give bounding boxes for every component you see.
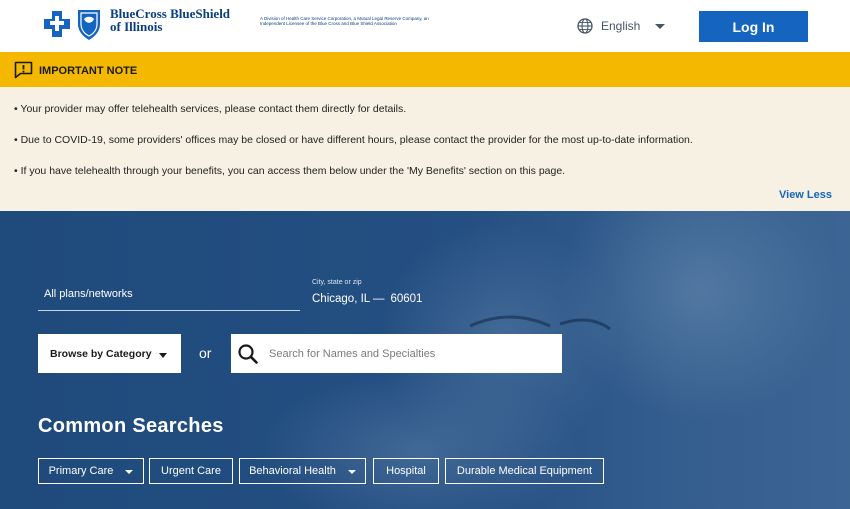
login-button[interactable]: Log In xyxy=(699,11,808,42)
chip-urgent-care[interactable]: Urgent Care xyxy=(149,458,233,484)
chip-label: Behavioral Health xyxy=(249,465,336,477)
plans-networks-select[interactable]: All plans/networks xyxy=(38,286,300,311)
or-separator: or xyxy=(199,345,212,361)
logo-wordmark: BlueCross BlueShield of Illinois xyxy=(110,7,230,33)
caret-down-icon xyxy=(347,469,356,474)
bcbs-logo[interactable]: BlueCross BlueShield of Illinois xyxy=(42,7,232,41)
important-note-body: • Your provider may offer telehealth ser… xyxy=(0,87,850,211)
chip-hospital[interactable]: Hospital xyxy=(373,458,439,484)
plans-networks-label: All plans/networks xyxy=(44,288,133,300)
browse-by-category-button[interactable]: Browse by Category xyxy=(38,334,181,373)
chip-durable-medical-equipment[interactable]: Durable Medical Equipment xyxy=(445,458,604,484)
caret-down-icon xyxy=(158,352,167,358)
site-header: BlueCross BlueShield of Illinois A Divis… xyxy=(0,0,850,52)
chevron-down-icon xyxy=(655,23,666,29)
location-field[interactable]: Chicago, IL — 60601 xyxy=(312,293,422,305)
important-note-title: IMPORTANT NOTE xyxy=(39,64,138,77)
notice-bullet: • Due to COVID-19, some providers' offic… xyxy=(14,134,693,146)
important-note-header: IMPORTANT NOTE xyxy=(0,52,850,87)
language-label: English xyxy=(601,19,641,33)
browse-by-category-label: Browse by Category xyxy=(50,347,152,360)
notice-bullet: • If you have telehealth through your be… xyxy=(14,165,566,177)
location-zip: 60601 xyxy=(390,293,423,305)
message-alert-icon xyxy=(14,61,33,78)
location-city: Chicago, IL — xyxy=(312,293,385,305)
search-hero: All plans/networks City, state or zip Ch… xyxy=(0,211,850,509)
logo-line2: of Illinois xyxy=(110,19,163,34)
bcbs-logo-mark xyxy=(44,10,100,40)
chip-primary-care[interactable]: Primary Care xyxy=(38,458,144,484)
logo-tagline: A Division of Health Care Service Corpor… xyxy=(260,16,429,26)
view-less-link[interactable]: View Less xyxy=(779,189,832,201)
chip-label: Primary Care xyxy=(48,465,114,477)
search-input[interactable]: Search for Names and Specialties xyxy=(231,334,562,373)
chip-label: Durable Medical Equipment xyxy=(456,465,593,477)
caret-down-icon xyxy=(125,469,134,474)
chip-label: Hospital xyxy=(386,465,426,477)
globe-icon xyxy=(577,18,593,34)
common-searches-title: Common Searches xyxy=(38,415,224,437)
search-icon xyxy=(238,343,258,364)
chip-label: Urgent Care xyxy=(161,465,221,477)
notice-bullet: • Your provider may offer telehealth ser… xyxy=(14,103,407,115)
chip-behavioral-health[interactable]: Behavioral Health xyxy=(239,458,366,484)
language-selector[interactable]: English xyxy=(577,17,666,35)
search-placeholder: Search for Names and Specialties xyxy=(269,347,436,360)
location-field-label: City, state or zip xyxy=(312,279,362,286)
